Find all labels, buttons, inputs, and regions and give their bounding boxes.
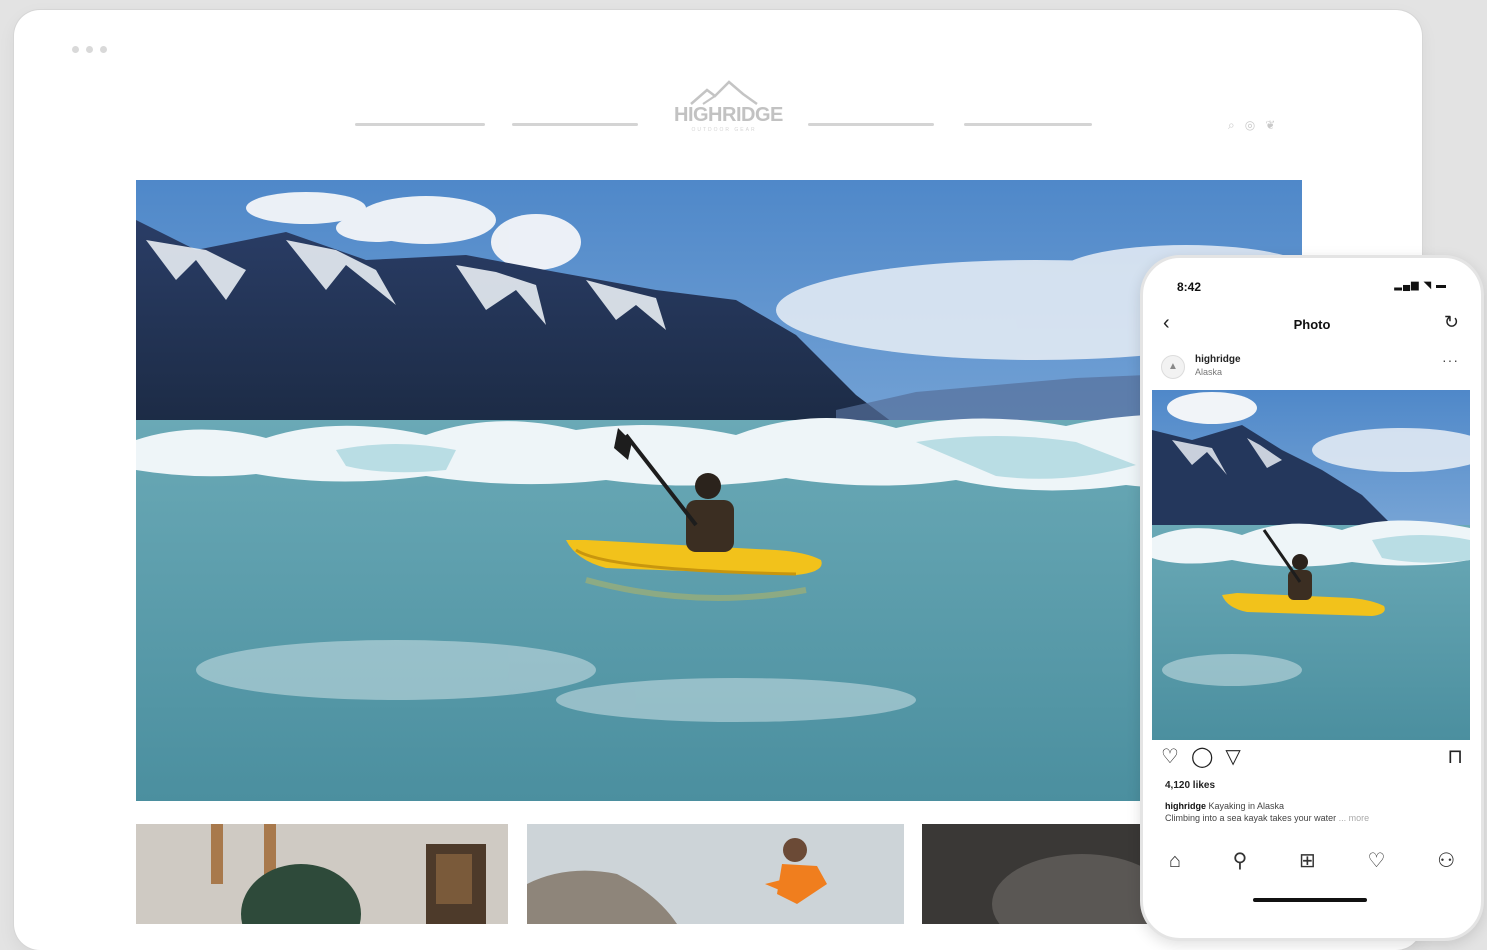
share-icon[interactable]: ▽ bbox=[1225, 746, 1240, 768]
comment-icon[interactable]: ◯ bbox=[1191, 746, 1213, 768]
nav-link-4[interactable] bbox=[964, 123, 1092, 126]
instagram-icon[interactable]: ◎ bbox=[1245, 118, 1255, 132]
status-time: 8:42 bbox=[1177, 280, 1202, 294]
nav-link-3[interactable] bbox=[808, 123, 934, 126]
add-post-icon[interactable]: ⊞ bbox=[1299, 844, 1316, 878]
window-controls bbox=[72, 46, 107, 53]
post-location[interactable]: Alaska bbox=[1195, 367, 1222, 377]
site-logo[interactable]: HIGHRIDGE OUTDOOR GEAR bbox=[674, 80, 783, 133]
post-actions: ♡ ◯ ▽ bbox=[1161, 746, 1241, 768]
activity-heart-icon[interactable]: ♡ bbox=[1368, 844, 1386, 878]
nav-link-2[interactable] bbox=[512, 123, 638, 126]
bookmark-icon[interactable]: ⊓ bbox=[1447, 746, 1463, 768]
post-user-row[interactable]: ▲ highridge Alaska ··· bbox=[1143, 350, 1481, 384]
search-icon[interactable]: ⌕ bbox=[1228, 118, 1235, 132]
like-heart-icon[interactable]: ♡ bbox=[1161, 746, 1179, 768]
caption-more-link[interactable]: ... more bbox=[1339, 813, 1370, 823]
logo-tagline: OUTDOOR GEAR bbox=[691, 127, 757, 133]
thumbnail-dark[interactable] bbox=[922, 824, 1162, 924]
thumbnail-backpack[interactable] bbox=[136, 824, 508, 924]
post-username[interactable]: highridge bbox=[1195, 354, 1241, 365]
post-photo[interactable] bbox=[1152, 390, 1470, 740]
avatar[interactable]: ▲ bbox=[1161, 355, 1185, 379]
status-icons: ▂▄▆ ◥ ▬ bbox=[1394, 280, 1447, 291]
home-indicator[interactable] bbox=[1253, 898, 1367, 902]
caption-line2: Climbing into a sea kayak takes your wat… bbox=[1165, 813, 1337, 823]
nav-icons: ⌕ ◎ ❦ bbox=[1228, 118, 1275, 132]
nav-link-1[interactable] bbox=[355, 123, 485, 126]
thumbnail-runner[interactable] bbox=[527, 824, 904, 924]
close-dot[interactable] bbox=[72, 46, 79, 53]
phone-tab-bar: ⌂ ⚲ ⊞ ♡ ⚇ bbox=[1143, 844, 1481, 878]
logo-name: HIGHRIDGE bbox=[674, 104, 783, 126]
search-icon[interactable]: ⚲ bbox=[1233, 844, 1248, 878]
profile-icon[interactable]: ⚇ bbox=[1437, 844, 1455, 878]
post-caption: highridge Kayaking in Alaska Climbing in… bbox=[1165, 800, 1455, 824]
phone-header: ‹ Photo ↻ bbox=[1143, 310, 1481, 340]
caption-text: Kayaking in Alaska bbox=[1208, 801, 1285, 811]
caption-username[interactable]: highridge bbox=[1165, 801, 1206, 811]
mountain-logo-icon bbox=[690, 80, 758, 106]
refresh-icon[interactable]: ↻ bbox=[1444, 312, 1459, 333]
maximize-dot[interactable] bbox=[100, 46, 107, 53]
more-options-icon[interactable]: ··· bbox=[1442, 352, 1459, 368]
phone-title: Photo bbox=[1293, 317, 1331, 332]
home-icon[interactable]: ⌂ bbox=[1169, 844, 1181, 878]
hero-photo-kayak bbox=[136, 180, 1302, 801]
phone-mockup: 8:42 ▂▄▆ ◥ ▬ ‹ Photo ↻ ▲ highridge Alask… bbox=[1140, 255, 1484, 941]
twitter-icon[interactable]: ❦ bbox=[1265, 118, 1275, 132]
likes-count[interactable]: 4,120 likes bbox=[1165, 780, 1215, 791]
minimize-dot[interactable] bbox=[86, 46, 93, 53]
